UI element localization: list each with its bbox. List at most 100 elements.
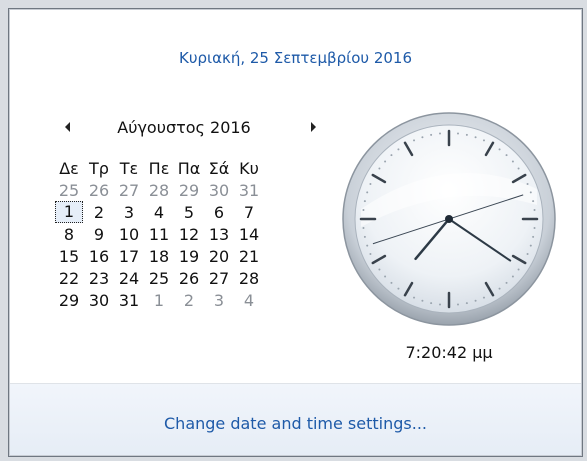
calendar-day[interactable]: 19	[174, 245, 204, 267]
calendar-day[interactable]: 30	[204, 179, 234, 201]
calendar-day[interactable]: 1	[144, 289, 174, 311]
calendar-day[interactable]: 15	[54, 245, 84, 267]
analog-clock	[339, 109, 559, 329]
calendar-day[interactable]: 25	[144, 267, 174, 289]
calendar-day[interactable]: 18	[144, 245, 174, 267]
minute-dot	[511, 160, 514, 163]
footer: Change date and time settings...	[10, 384, 581, 455]
calendar-day[interactable]: 28	[234, 267, 264, 289]
minute-dot	[498, 287, 501, 290]
change-date-time-settings-link[interactable]: Change date and time settings...	[10, 414, 581, 433]
calendar-week-row: 22 23 24 25 26 27 28	[54, 267, 264, 289]
calendar-day[interactable]: 2	[174, 289, 204, 311]
minute-dot	[474, 299, 477, 302]
minute-dot	[511, 275, 514, 278]
calendar-week-row: 8 9 10 11 12 13 14	[54, 223, 264, 245]
minute-dot	[526, 183, 529, 186]
calendar-day[interactable]: 3	[114, 201, 144, 223]
date-time-flyout: Κυριακή, 25 Σεπτεμβρίου 2016 Αύγουστος 2…	[8, 8, 583, 457]
calendar-day[interactable]: 31	[234, 179, 264, 201]
calendar-day[interactable]: 10	[114, 223, 144, 245]
minute-dot	[465, 133, 468, 136]
calendar-day[interactable]: 16	[84, 245, 114, 267]
weekday-label: Τρ	[89, 158, 109, 178]
minute-dot	[366, 191, 369, 194]
calendar-day[interactable]: 17	[114, 245, 144, 267]
minute-dot	[533, 209, 536, 212]
calendar-day[interactable]: 31	[114, 289, 144, 311]
digital-time: 7:20:42 μμ	[405, 343, 493, 362]
calendar-day[interactable]: 28	[144, 179, 174, 201]
calendar-day-selected[interactable]: 1	[54, 201, 84, 223]
calendar-day[interactable]: 7	[234, 201, 264, 223]
calendar-day[interactable]: 24	[114, 267, 144, 289]
calendar-day[interactable]: 27	[204, 267, 234, 289]
calendar-day[interactable]: 26	[84, 179, 114, 201]
calendar-day[interactable]: 26	[174, 267, 204, 289]
calendar-day[interactable]: 3	[204, 289, 234, 311]
calendar-day[interactable]: 8	[54, 223, 84, 245]
minute-dot	[439, 132, 442, 135]
minute-dot	[533, 226, 536, 229]
minute-dot	[505, 154, 508, 157]
minute-dot	[397, 287, 400, 290]
calendar-day[interactable]: 27	[114, 179, 144, 201]
calendar-day[interactable]: 13	[204, 223, 234, 245]
minute-dot	[363, 235, 366, 238]
weekday-header-row: Δε Τρ Τε Πε Πα Σά Κυ	[54, 157, 264, 179]
month-title[interactable]: Αύγουστος 2016	[49, 118, 319, 137]
long-date-link[interactable]: Κυριακή, 25 Σεπτεμβρίου 2016	[9, 49, 582, 67]
weekday-label: Κυ	[239, 158, 259, 178]
calendar-week-row: 1 2 3 4 5 6 7	[54, 201, 264, 223]
calendar-day[interactable]: 22	[54, 267, 84, 289]
calendar-day[interactable]: 29	[174, 179, 204, 201]
calendar-week-row: 29 30 31 1 2 3 4	[54, 289, 264, 311]
weekday-label: Πα	[177, 158, 201, 178]
minute-dot	[517, 268, 520, 271]
minute-dot	[369, 183, 372, 186]
calendar-day[interactable]: 21	[234, 245, 264, 267]
calendar-day[interactable]: 5	[174, 201, 204, 223]
calendar-day[interactable]: 12	[174, 223, 204, 245]
minute-dot	[505, 281, 508, 284]
calendar-grid: Δε Τρ Τε Πε Πα Σά Κυ 25 26 27 28 29 30 3…	[54, 157, 264, 311]
minute-dot	[482, 139, 485, 142]
minute-dot	[456, 132, 459, 135]
minute-dot	[421, 299, 424, 302]
selected-day-label: 1	[55, 201, 83, 223]
minute-dot	[532, 200, 535, 203]
calendar-day[interactable]: 4	[144, 201, 174, 223]
calendar-day[interactable]: 25	[54, 179, 84, 201]
minute-dot	[474, 136, 477, 139]
minute-dot	[362, 209, 365, 212]
calendar-day[interactable]: 14	[234, 223, 264, 245]
minute-dot	[421, 136, 424, 139]
minute-dot	[439, 303, 442, 306]
minute-dot	[378, 167, 381, 170]
calendar-day[interactable]: 23	[84, 267, 114, 289]
calendar-day[interactable]: 29	[54, 289, 84, 311]
minute-dot	[369, 252, 372, 255]
minute-dot	[413, 139, 416, 142]
calendar-day[interactable]: 9	[84, 223, 114, 245]
month-navigation: Αύγουστος 2016	[49, 118, 319, 140]
calendar-day[interactable]: 6	[204, 201, 234, 223]
calendar-day[interactable]: 20	[204, 245, 234, 267]
minute-dot	[456, 303, 459, 306]
minute-dot	[430, 302, 433, 305]
minute-dot	[384, 275, 387, 278]
minute-dot	[413, 296, 416, 299]
minute-dot	[397, 148, 400, 151]
calendar-day[interactable]: 30	[84, 289, 114, 311]
minute-dot	[517, 167, 520, 170]
minute-dot	[430, 133, 433, 136]
minute-dot	[390, 281, 393, 284]
weekday-label: Σά	[208, 158, 230, 178]
clock-center	[445, 215, 453, 223]
calendar-day[interactable]: 2	[84, 201, 114, 223]
calendar-day[interactable]: 4	[234, 289, 264, 311]
next-month-icon[interactable]	[311, 122, 316, 132]
calendar-day[interactable]: 11	[144, 223, 174, 245]
calendar-week-row: 15 16 17 18 19 20 21	[54, 245, 264, 267]
clock-face-icon	[342, 112, 556, 326]
